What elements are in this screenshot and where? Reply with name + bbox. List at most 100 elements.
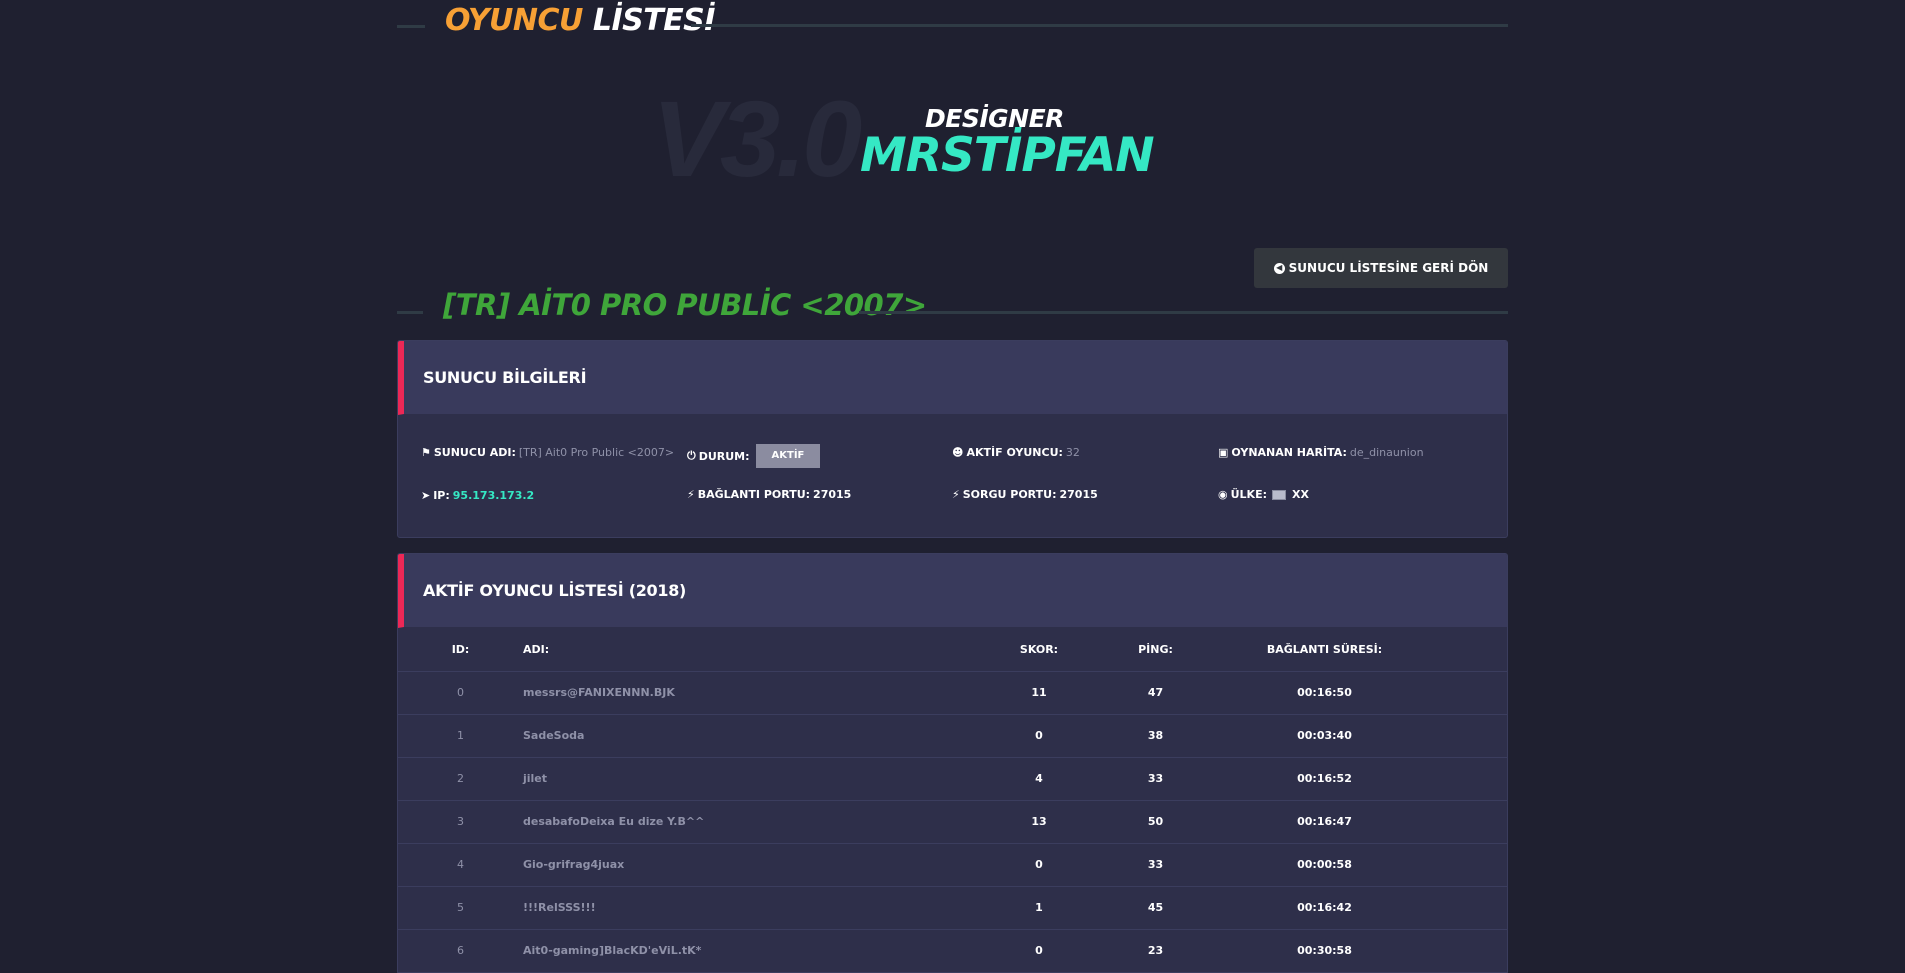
tag-icon: ⚑ [421,446,431,459]
ip-value[interactable]: 95.173.173.2 [453,489,534,502]
info-value: [TR] Ait0 Pro Public <2007> [518,446,675,459]
table-row: 4 Gio-grifrag4juax 0 33 00:00:58 [398,843,1507,887]
cell-id: 4 [398,843,523,887]
info-label: ÜLKE: [1230,488,1267,501]
cell-ping: 38 [1079,714,1232,758]
cell-id: 5 [398,886,523,930]
info-map: ▣ OYNANAN HARİTA: de_dinaunion [1218,446,1424,459]
cell-score: 0 [999,714,1079,758]
players-section-title: OYUNCU LİSTESİ [445,3,715,38]
map-icon: ▣ [1218,446,1229,459]
cell-score: 1 [999,886,1079,930]
cell-score: 0 [999,929,1079,973]
info-label: OYNANAN HARİTA: [1231,446,1347,459]
info-label: IP: [433,489,450,502]
table-row: 0 messrs@FANIXENNN.BJK 11 47 00:16:50 [398,671,1507,715]
designer-banner: V3.0 DESİGNER MRSTİPFAN [652,78,1212,199]
power-icon: ⏻ [687,449,696,462]
cell-id: 1 [398,714,523,758]
info-value: XX [1292,488,1309,501]
header-line-left [397,25,425,28]
info-country: ◉ ÜLKE: XX [1218,488,1309,501]
server-info-title: SUNUCU BİLGİLERİ [398,341,1507,415]
cell-name: messrs@FANIXENNN.BJK [523,671,999,715]
cell-ping: 23 [1079,929,1232,973]
info-value: de_dinaunion [1349,446,1424,459]
cell-ping: 50 [1079,800,1232,844]
server-title: [TR] AİT0 PRO PUBLİC <2007> [443,288,927,322]
player-list-card: AKTİF OYUNCU LİSTESİ (2018) ID: ADI: SKO… [397,553,1508,973]
page: OYUNCU LİSTESİ V3.0 DESİGNER MRSTİPFAN ◀… [0,0,1905,973]
info-ip: ➤ IP: 95.173.173.2 [421,489,534,502]
cell-connection-time: 00:16:42 [1232,886,1507,930]
col-header-connection-time[interactable]: BAĞLANTI SÜRESİ: [1232,628,1507,672]
cell-ping: 45 [1079,886,1232,930]
cell-connection-time: 00:03:40 [1232,714,1507,758]
cell-name: Gio-grifrag4juax [523,843,999,887]
cell-ping: 33 [1079,843,1232,887]
table-row: 5 !!!RelSSS!!! 1 45 00:16:42 [398,886,1507,930]
header-line-right [691,24,1508,27]
header-line-left [397,311,423,314]
players-section-header: OYUNCU LİSTESİ [397,0,1508,52]
bolt-icon: ⚡ [952,488,960,501]
version-watermark: V3.0 [652,78,862,199]
server-section-header: [TR] AİT0 PRO PUBLİC <2007> [397,288,1508,340]
cell-id: 6 [398,929,523,973]
cell-connection-time: 00:16:52 [1232,757,1507,801]
cell-id: 2 [398,757,523,801]
info-active-players: ☻ AKTİF OYUNCU: 32 [952,446,1080,459]
info-label: SUNUCU ADI: [433,446,516,459]
cell-connection-time: 00:30:58 [1232,929,1507,973]
cell-score: 0 [999,843,1079,887]
table-row: 3 desabafoDeixa Eu dize Y.B^^ 13 50 00:1… [398,800,1507,844]
back-button-label: SUNUCU LİSTESİNE GERİ DÖN [1288,261,1489,275]
cell-connection-time: 00:00:58 [1232,843,1507,887]
title-word-orange: OYUNCU [445,3,583,38]
player-table: ID: ADI: SKOR: PİNG: BAĞLANTI SÜRESİ: 0 … [398,628,1507,973]
col-header-name[interactable]: ADI: [523,628,999,672]
info-value: 27015 [1059,488,1098,501]
cell-name: !!!RelSSS!!! [523,886,999,930]
player-list-title: AKTİF OYUNCU LİSTESİ (2018) [398,554,1507,628]
cell-ping: 47 [1079,671,1232,715]
cell-score: 13 [999,800,1079,844]
cell-ping: 33 [1079,757,1232,801]
cell-connection-time: 00:16:50 [1232,671,1507,715]
cell-score: 4 [999,757,1079,801]
bolt-icon: ⚡ [687,488,695,501]
cell-connection-time: 00:16:47 [1232,800,1507,844]
cell-id: 0 [398,671,523,715]
table-row: 6 Ait0-gaming]BlacKD'eViL.tK* 0 23 00:30… [398,929,1507,973]
cell-name: desabafoDeixa Eu dize Y.B^^ [523,800,999,844]
info-label: SORGU PORTU: [962,488,1057,501]
col-header-id[interactable]: ID: [398,628,523,672]
flag-icon [1272,489,1286,500]
col-header-ping[interactable]: PİNG: [1079,628,1232,672]
table-header-row: ID: ADI: SKOR: PİNG: BAĞLANTI SÜRESİ: [398,628,1507,672]
cell-name: jilet [523,757,999,801]
info-label: DURUM: [698,449,750,463]
info-query-port: ⚡ SORGU PORTU: 27015 [952,488,1098,501]
table-row: 1 SadeSoda 0 38 00:03:40 [398,714,1507,758]
col-header-score[interactable]: SKOR: [999,628,1079,672]
info-connection-port: ⚡ BAĞLANTI PORTU: 27015 [687,488,851,501]
cell-name: SadeSoda [523,714,999,758]
globe-icon: ◉ [1218,488,1228,501]
server-info-card: SUNUCU BİLGİLERİ ⚑ SUNUCU ADI: [TR] Ait0… [397,340,1508,538]
info-status: ⏻ DURUM: AKTİF [687,444,821,468]
info-server-name: ⚑ SUNUCU ADI: [TR] Ait0 Pro Public <2007… [421,446,674,459]
title-word-white: LİSTESİ [592,3,716,38]
info-label: BAĞLANTI PORTU: [697,488,811,501]
cell-score: 11 [999,671,1079,715]
table-row: 2 jilet 4 33 00:16:52 [398,757,1507,801]
header-line-right [859,311,1508,314]
cell-name: Ait0-gaming]BlacKD'eViL.tK* [523,929,999,973]
info-value: 27015 [813,488,852,501]
info-label: AKTİF OYUNCU: [966,446,1063,459]
info-value: 32 [1065,446,1080,459]
status-badge: AKTİF [755,444,821,468]
arrow-circle-left-icon: ◀ [1273,262,1285,274]
back-to-server-list-button[interactable]: ◀ SUNUCU LİSTESİNE GERİ DÖN [1254,248,1508,288]
location-arrow-icon: ➤ [421,489,431,502]
